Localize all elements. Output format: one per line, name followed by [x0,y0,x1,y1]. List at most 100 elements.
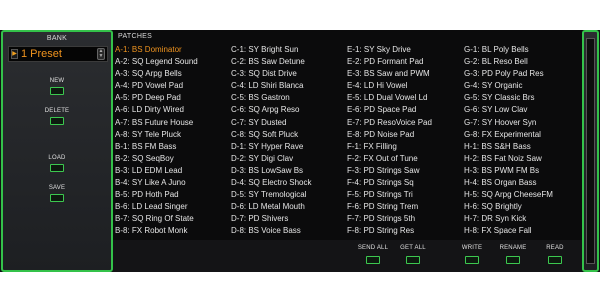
patch-item[interactable]: F-6: PD String Trem [347,201,463,213]
patch-item[interactable]: F-7: PD Strings 5th [347,213,463,225]
patch-item[interactable]: H-6: SQ Brightly [464,201,580,213]
get-all-button[interactable]: GET ALL [393,245,433,269]
patch-item[interactable]: G-3: PD Poly Pad Res [464,68,580,80]
patch-item[interactable]: H-3: BS PWM FM Bs [464,165,580,177]
patch-item[interactable]: E-3: BS Saw and PWM [347,68,463,80]
patch-item[interactable]: H-8: FX Space Fall [464,225,580,237]
patch-item[interactable]: E-4: LD Hi Vowel [347,80,463,92]
patch-item[interactable]: D-4: SQ Electro Shock [231,177,347,189]
patch-item[interactable]: G-6: SY Low Clav [464,104,580,116]
bank-value: 1 Preset [21,48,62,60]
patch-item[interactable]: A-6: LD Dirty Wired [115,104,231,116]
patch-item[interactable]: H-5: SQ Arpg CheeseFM [464,189,580,201]
get-all-label: GET ALL [400,245,426,251]
bank-title: BANK [46,35,68,42]
patch-item[interactable]: C-7: SY Dusted [231,117,347,129]
patch-item[interactable]: G-5: SY Classic Brs [464,92,580,104]
delete-button[interactable]: DELETE [3,108,111,128]
patch-item[interactable]: F-1: FX Filling [347,141,463,153]
bank-spinner[interactable]: ▲ ▼ [97,48,105,60]
patch-item[interactable]: B-6: LD Lead Singer [115,201,231,213]
load-button-label: LOAD [48,155,66,161]
patch-item[interactable]: D-6: LD Metal Mouth [231,201,347,213]
patch-item[interactable]: B-1: BS FM Bass [115,141,231,153]
patch-column-ab: A-1: BS Dominator A-2: SQ Legend Sound A-3… [115,44,231,238]
patch-item[interactable]: F-4: PD Strings Sq [347,177,463,189]
patch-item[interactable]: B-4: SY Like A Juno [115,177,231,189]
patch-item[interactable]: H-4: BS Organ Bass [464,177,580,189]
patch-item[interactable]: B-2: SQ SeqBoy [115,153,231,165]
patch-item[interactable]: H-1: BS S&H Bass [464,141,580,153]
new-button-led[interactable] [50,87,64,95]
new-button[interactable]: NEW [3,78,111,98]
rename-button[interactable]: RENAME [493,245,533,269]
save-button-led[interactable] [50,194,64,202]
patch-item[interactable]: D-8: BS Voice Bass [231,225,347,237]
delete-button-led[interactable] [50,117,64,125]
send-all-button[interactable]: SEND ALL [353,245,393,269]
patch-item[interactable]: D-7: PD Shivers [231,213,347,225]
patch-item[interactable]: D-1: SY Hyper Rave [231,141,347,153]
patch-item[interactable]: E-6: PD Space Pad [347,104,463,116]
bottom-button-bar: SEND ALL GET ALL WRITE RENAME READ [113,240,582,272]
bank-selector[interactable]: ▶ 1 Preset ▲ ▼ [8,46,108,62]
patch-item[interactable]: E-7: PD ResoVoice Pad [347,117,463,129]
patch-item[interactable]: G-1: BL Poly Bells [464,44,580,56]
rename-led[interactable] [506,256,520,264]
save-button[interactable]: SAVE [3,185,111,205]
patch-item[interactable]: A-7: BS Future House [115,117,231,129]
patches-title: PATCHES [118,33,153,40]
patch-item[interactable]: D-3: BS LowSaw Bs [231,165,347,177]
right-panel [582,30,599,272]
read-button[interactable]: READ [535,245,575,269]
patch-item[interactable]: E-8: PD Noise Pad [347,129,463,141]
patch-item[interactable]: G-2: BL Reso Bell [464,56,580,68]
send-all-label: SEND ALL [357,245,389,251]
patch-item[interactable]: A-8: SY Tele Pluck [115,129,231,141]
patch-item[interactable]: B-5: PD Hoth Pad [115,189,231,201]
patch-column-cd: C-1: SY Bright Sun C-2: BS Saw Detune C-3:… [231,44,347,238]
scrollbar[interactable] [586,38,595,264]
patch-item[interactable]: F-3: PD Strings Saw [347,165,463,177]
patch-item[interactable]: D-5: SY Tremological [231,189,347,201]
patch-item[interactable]: C-3: SQ Dist Drive [231,68,347,80]
patch-item[interactable]: F-8: PD String Res [347,225,463,237]
patch-item[interactable]: E-2: PD Formant Pad [347,56,463,68]
send-all-led[interactable] [366,256,380,264]
patch-item[interactable]: E-1: SY Sky Drive [347,44,463,56]
save-button-label: SAVE [48,185,66,191]
patch-item[interactable]: G-7: SY Hoover Syn [464,117,580,129]
patch-item[interactable]: D-2: SY Digi Clav [231,153,347,165]
patch-item[interactable]: B-3: LD EDM Lead [115,165,231,177]
bank-play-icon[interactable]: ▶ [11,49,18,59]
read-led[interactable] [548,256,562,264]
patch-item[interactable]: G-8: FX Experimental [464,129,580,141]
patch-item[interactable]: C-4: LD Shiri Blanca [231,80,347,92]
patch-item[interactable]: A-1: BS Dominator [115,44,231,56]
patch-item[interactable]: C-6: SQ Arpg Reso [231,104,347,116]
patch-item[interactable]: B-8: FX Robot Monk [115,225,231,237]
patch-item[interactable]: C-8: SQ Soft Pluck [231,129,347,141]
bank-panel: BANK ▶ 1 Preset ▲ ▼ NEW DELETE LOAD SAVE [1,30,113,272]
patch-item[interactable]: F-2: FX Out of Tune [347,153,463,165]
get-all-led[interactable] [406,256,420,264]
load-button-led[interactable] [50,164,64,172]
patch-item[interactable]: F-5: PD Strings Tri [347,189,463,201]
patch-item[interactable]: B-7: SQ Ring Of State [115,213,231,225]
patch-item[interactable]: A-2: SQ Legend Sound [115,56,231,68]
patch-item[interactable]: H-2: BS Fat Noiz Saw [464,153,580,165]
load-button[interactable]: LOAD [3,155,111,175]
write-label: WRITE [461,245,483,251]
patch-item[interactable]: C-5: BS Gastron [231,92,347,104]
patch-item[interactable]: C-1: SY Bright Sun [231,44,347,56]
patch-item[interactable]: A-3: SQ Arpg Bells [115,68,231,80]
patch-item[interactable]: A-4: PD Vowel Pad [115,80,231,92]
patch-item[interactable]: E-5: LD Dual Vowel Ld [347,92,463,104]
patch-item[interactable]: C-2: BS Saw Detune [231,56,347,68]
patch-item[interactable]: G-4: SY Organic [464,80,580,92]
patch-item[interactable]: H-7: DR Syn Kick [464,213,580,225]
chevron-down-icon[interactable]: ▼ [98,54,104,59]
write-button[interactable]: WRITE [452,245,492,269]
patch-item[interactable]: A-5: PD Deep Pad [115,92,231,104]
write-led[interactable] [465,256,479,264]
